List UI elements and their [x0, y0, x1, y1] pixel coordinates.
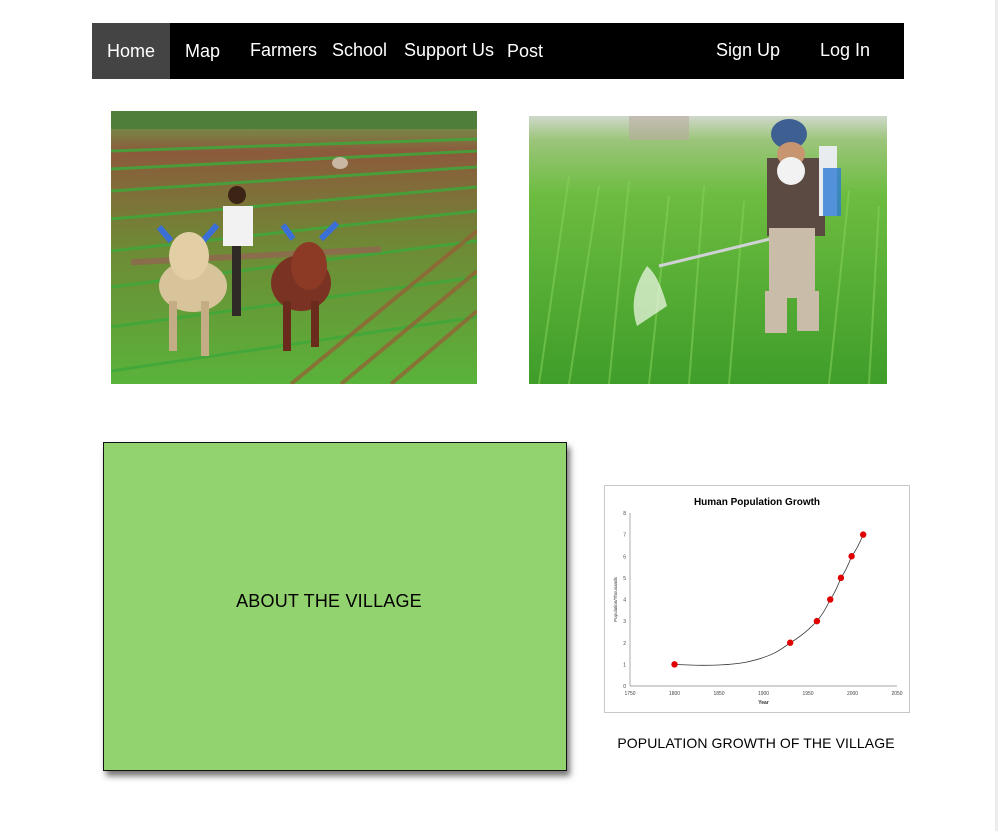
data-point [787, 639, 794, 646]
x-tick-label: 1950 [802, 691, 813, 697]
nav-log-in-link[interactable]: Log In [820, 23, 870, 79]
x-axis-label: Year [758, 700, 769, 706]
x-tick-label: 1750 [624, 691, 635, 697]
y-tick-label: 7 [623, 533, 626, 539]
about-the-village-label: ABOUT THE VILLAGE [236, 591, 422, 611]
top-navigation-bar: Home Map Farmers School Support Us Post … [92, 23, 904, 79]
nav-support-us-link[interactable]: Support Us [404, 23, 494, 79]
y-tick-label: 1 [623, 662, 626, 668]
y-tick-label: 3 [623, 619, 626, 625]
y-tick-label: 6 [623, 554, 626, 560]
farmer-ploughing-with-oxen-photo [111, 111, 477, 384]
y-tick-label: 5 [623, 576, 626, 582]
data-point [848, 553, 855, 560]
nav-school-link[interactable]: School [332, 23, 387, 79]
x-tick-label: 1800 [669, 691, 680, 697]
y-tick-label: 2 [623, 641, 626, 647]
nav-home-link[interactable]: Home [92, 23, 170, 79]
data-point [837, 574, 845, 582]
y-tick-label: 8 [623, 511, 626, 517]
data-point [813, 617, 821, 625]
x-tick-label: 2050 [891, 691, 902, 697]
nav-map-link[interactable]: Map [185, 23, 220, 79]
x-tick-label: 1900 [758, 691, 769, 697]
y-axis-label: Population/Thousands [613, 576, 618, 622]
population-growth-chart: Human Population Growth 1750 1800 1850 1900 1… [604, 485, 910, 713]
nav-post-link[interactable]: Post [507, 23, 543, 79]
chart-title: Human Population Growth [694, 497, 820, 508]
y-tick-label: 0 [623, 684, 626, 690]
y-tick-label: 4 [623, 598, 626, 604]
x-tick-label: 1850 [713, 691, 724, 697]
data-point [827, 596, 834, 603]
nav-sign-up-link[interactable]: Sign Up [716, 23, 780, 79]
data-point [671, 661, 678, 668]
farmer-spraying-crops-photo [529, 116, 887, 384]
about-the-village-card[interactable]: ABOUT THE VILLAGE [103, 442, 567, 771]
trend-line [674, 534, 864, 666]
data-point [859, 531, 867, 538]
population-growth-caption: POPULATION GROWTH OF THE VILLAGE [617, 735, 895, 751]
nav-farmers-link[interactable]: Farmers [250, 23, 317, 79]
x-tick-label: 2000 [847, 691, 858, 697]
